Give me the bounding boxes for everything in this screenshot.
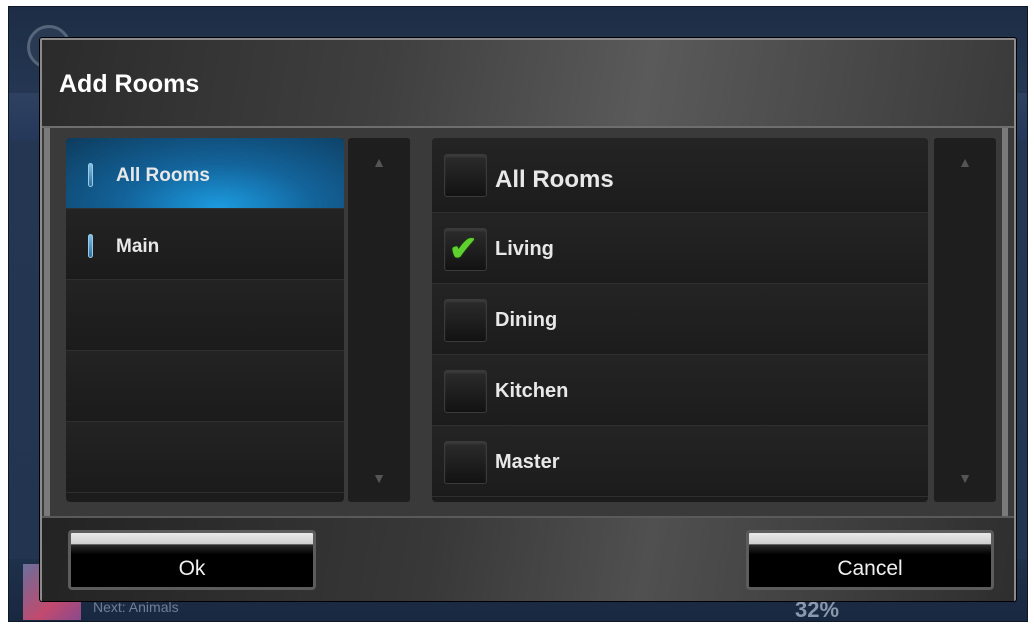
room-checkbox[interactable] — [444, 370, 487, 413]
next-track-label: Next: Animals — [93, 599, 179, 615]
row-marker-icon — [88, 234, 93, 258]
area-item-empty — [66, 422, 344, 493]
dialog-title: Add Rooms — [59, 70, 200, 98]
room-list: All Rooms ✔ Living Dining Kitchen Master — [432, 138, 928, 502]
area-list: All Rooms Main — [66, 138, 344, 502]
chevron-up-icon[interactable]: ▲ — [348, 138, 410, 186]
room-item-label: All Rooms — [495, 166, 614, 193]
ok-button[interactable]: Ok — [68, 530, 316, 590]
cancel-button[interactable]: Cancel — [746, 530, 994, 590]
area-item-all-rooms[interactable]: All Rooms — [66, 138, 344, 209]
area-item-empty — [66, 280, 344, 351]
chevron-down-icon[interactable]: ▼ — [348, 454, 410, 502]
room-item-label: Living — [495, 238, 554, 260]
room-item-all-rooms[interactable]: All Rooms — [432, 138, 928, 213]
chevron-down-icon[interactable]: ▼ — [934, 454, 996, 502]
room-item-kitchen[interactable]: Kitchen — [432, 355, 928, 426]
dialog-edge-left — [44, 128, 50, 516]
area-item-label: Main — [116, 236, 160, 257]
room-item-label: Dining — [495, 309, 558, 331]
room-item-label: Kitchen — [495, 380, 569, 402]
area-list-scrollbar[interactable]: ▲ ▼ — [348, 138, 410, 502]
check-icon: ✔ — [449, 230, 478, 268]
area-item-label: All Rooms — [116, 165, 210, 186]
room-item-master[interactable]: Master — [432, 426, 928, 497]
dialog-header: Add Rooms — [42, 40, 1014, 128]
dialog-body: All Rooms Main ▲ ▼ All Rooms ✔ Living Di… — [42, 128, 1014, 516]
add-rooms-dialog: Add Rooms All Rooms Main ▲ ▼ All Rooms ✔… — [40, 38, 1016, 601]
row-marker-icon — [88, 163, 93, 187]
room-checkbox[interactable] — [444, 441, 487, 484]
area-item-empty — [66, 351, 344, 422]
room-item-living[interactable]: ✔ Living — [432, 213, 928, 284]
room-item-label: Master — [495, 451, 560, 473]
room-checkbox[interactable] — [444, 299, 487, 342]
chevron-up-icon[interactable]: ▲ — [934, 138, 996, 186]
dialog-footer: Ok Cancel — [42, 516, 1014, 601]
room-list-scrollbar[interactable]: ▲ ▼ — [934, 138, 996, 502]
dialog-edge-right — [1002, 128, 1008, 516]
area-item-main[interactable]: Main — [66, 209, 344, 280]
room-checkbox[interactable]: ✔ — [444, 228, 487, 271]
room-checkbox[interactable] — [444, 154, 487, 197]
room-item-dining[interactable]: Dining — [432, 284, 928, 355]
